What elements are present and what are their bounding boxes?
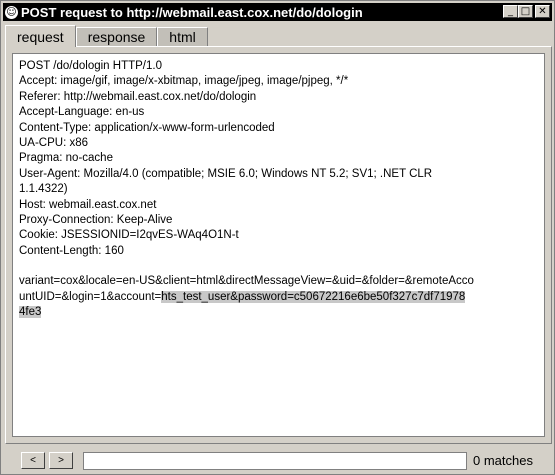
tab-response[interactable]: response (75, 27, 158, 46)
request-line: Pragma: no-cache (19, 152, 113, 165)
request-line: User-Agent: Mozilla/4.0 (compatible; MSI… (19, 167, 433, 180)
tab-panel: POST /do/dologin HTTP/1.0 Accept: image/… (5, 46, 552, 444)
request-line: 1.1.4322) (19, 183, 68, 196)
request-line: Referer: http://webmail.east.cox.net/do/… (19, 90, 257, 103)
selected-text: 4fe3 (19, 306, 42, 319)
request-line: POST /do/dologin HTTP/1.0 (19, 60, 162, 72)
match-count: 0 matches (473, 453, 533, 468)
search-input[interactable] (83, 452, 467, 470)
find-previous-button[interactable]: < (21, 452, 45, 469)
tab-strip: request response html (5, 25, 208, 47)
search-bar: < > 0 matches (5, 450, 552, 472)
request-body-line: untUID=&login=1&account=hts_test_user&pa… (19, 290, 538, 305)
minimize-icon: _ (508, 6, 513, 17)
selected-text: hts_test_user&password=c50672216e6be50f3… (161, 290, 466, 303)
request-line: Accept: image/gif, image/x-xbitmap, imag… (19, 75, 349, 88)
request-line: Proxy-Connection: Keep-Alive (19, 213, 173, 226)
request-line: Cookie: JSESSIONID=I2qvES-WAq4O1N-t (19, 229, 239, 242)
request-body-line: variant=cox&locale=en-US&client=html&dir… (19, 275, 474, 288)
close-icon: ✕ (538, 6, 547, 17)
window: ☺ POST request to http://webmail.east.co… (0, 0, 555, 475)
tab-request[interactable]: request (5, 25, 76, 47)
request-line (19, 259, 538, 274)
browser-icon: ☺ (5, 5, 18, 19)
request-line: Host: webmail.east.cox.net (19, 198, 157, 211)
request-body-line: 4fe3 (19, 305, 538, 320)
maximize-button[interactable]: □ (518, 5, 533, 18)
request-text-area[interactable]: POST /do/dologin HTTP/1.0 Accept: image/… (12, 53, 545, 437)
tab-html[interactable]: html (157, 27, 208, 46)
body-text: untUID=&login=1&account= (19, 290, 162, 303)
request-line: Content-Type: application/x-www-form-url… (19, 121, 275, 134)
minimize-button[interactable]: _ (503, 5, 518, 18)
close-button[interactable]: ✕ (535, 5, 550, 18)
window-controls: _ □ ✕ (503, 5, 550, 18)
request-line: Accept-Language: en-us (19, 106, 145, 119)
maximize-icon: □ (520, 6, 531, 17)
find-next-button[interactable]: > (49, 452, 73, 469)
window-title: POST request to http://webmail.east.cox.… (21, 4, 363, 20)
request-line: UA-CPU: x86 (19, 136, 89, 149)
request-line: Content-Length: 160 (19, 244, 124, 257)
title-bar[interactable]: ☺ POST request to http://webmail.east.co… (3, 3, 552, 21)
